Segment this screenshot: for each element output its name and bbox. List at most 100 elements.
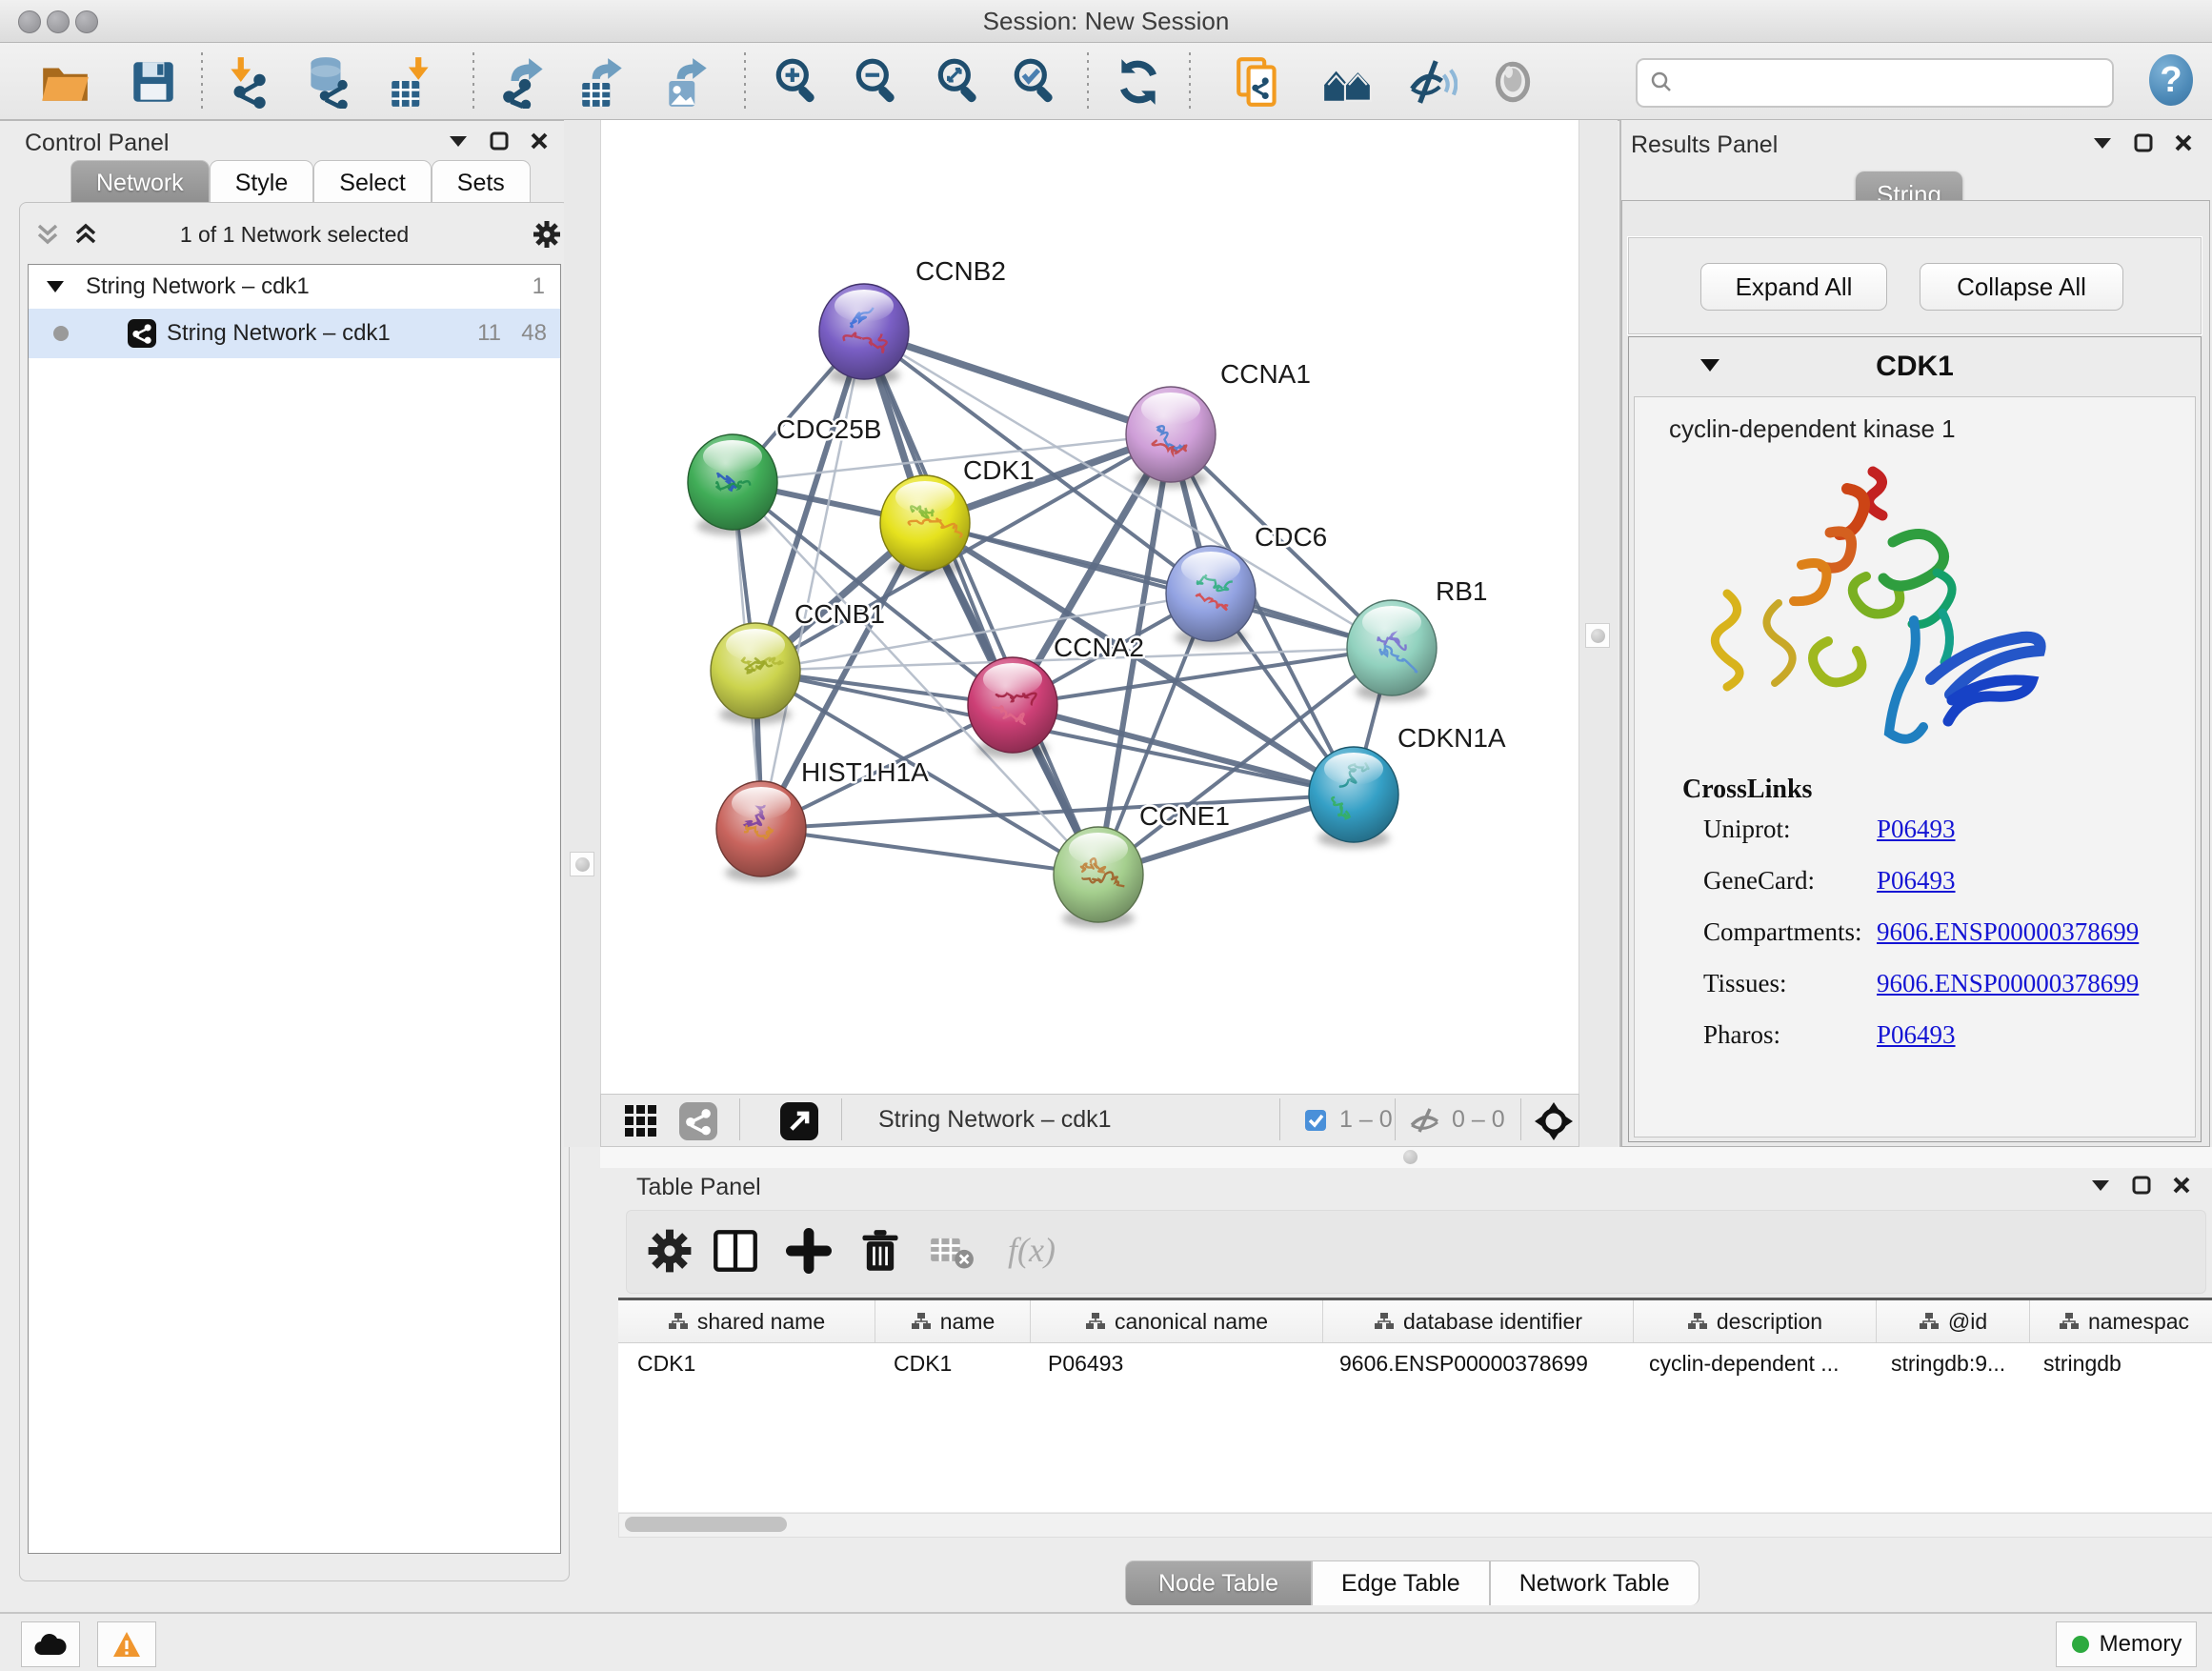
maximize-panel-icon[interactable] [2132,1176,2151,1195]
export-image-icon[interactable] [661,55,714,109]
float-panel-icon[interactable] [2092,136,2113,150]
close-panel-icon[interactable] [2174,133,2193,152]
collapse-triangle-icon[interactable] [46,280,65,293]
string-import-icon[interactable] [1233,55,1286,109]
float-panel-icon[interactable] [2090,1178,2111,1192]
column-header-description[interactable]: description [1634,1300,1877,1342]
zoom-selected-icon[interactable] [1009,55,1062,109]
fit-content-icon[interactable] [1534,1101,1574,1141]
network-edge[interactable] [864,332,1098,875]
node-label: CCNA1 [1220,359,1311,389]
save-session-icon[interactable] [127,55,180,109]
horizontal-scrollbar[interactable] [618,1513,2212,1538]
network-node-cdc25b[interactable]: CDC25B [688,414,881,535]
open-session-icon[interactable] [38,55,91,109]
network-view-canvas[interactable]: CCNB2 CCNA1 CDC25BCDK1 CDC6RB1 CCNB1 CCNA2 CDK… [600,120,1579,1094]
network-node-ccnb1[interactable]: CCNB1 [711,599,885,724]
gear-icon[interactable] [533,220,561,249]
maximize-panel-icon[interactable] [490,131,509,151]
crosslink-link[interactable]: P06493 [1877,815,1956,843]
close-panel-icon[interactable] [2172,1176,2191,1195]
search-input[interactable] [1683,64,2097,100]
tab-edge-table[interactable]: Edge Table [1312,1560,1490,1605]
crosslink-link[interactable]: 9606.ENSP00000378699 [1877,917,2139,946]
preview-icon[interactable] [1486,55,1539,109]
zoom-fit-icon[interactable] [933,55,986,109]
network-row-selected[interactable]: String Network – cdk1 11 48 [29,309,560,358]
table-cell[interactable]: 9606.ENSP00000378699 [1320,1342,1630,1384]
table-cell[interactable]: cyclin-dependent ... [1630,1342,1872,1384]
column-header-shared-name[interactable]: shared name [618,1300,875,1342]
network-node-ccne1[interactable]: CCNE1 [1054,801,1230,928]
crosslink-link[interactable]: 9606.ENSP00000378699 [1877,969,2139,997]
splitter-handle[interactable] [1398,1145,1421,1168]
add-column-icon[interactable] [786,1228,832,1274]
tab-node-table[interactable]: Node Table [1125,1560,1312,1605]
splitter-handle[interactable] [1585,623,1610,648]
table-cell[interactable]: stringdb [2024,1342,2212,1384]
network-node-cdc6[interactable]: CDC6 [1166,522,1327,647]
tab-select[interactable]: Select [313,160,431,205]
network-edge[interactable] [761,332,864,829]
left-splitter[interactable] [564,120,600,1147]
cloud-status-button[interactable] [21,1621,80,1667]
network-edge[interactable] [864,332,1171,434]
table-cell[interactable]: CDK1 [618,1342,875,1384]
table-cell[interactable]: P06493 [1029,1342,1320,1384]
refresh-icon[interactable] [1112,55,1165,109]
show-columns-icon[interactable] [713,1228,758,1274]
network-edge[interactable] [761,829,1098,875]
home-icon[interactable] [1320,55,1374,109]
splitter-handle[interactable] [570,852,594,876]
maximize-panel-icon[interactable] [2134,133,2153,152]
crosslink-link[interactable]: P06493 [1877,1020,1956,1049]
help-button[interactable]: ? [2149,54,2193,106]
network-node-cdk1[interactable]: CDK1 [880,455,1035,576]
network-node-ccna1[interactable]: CCNA1 [1126,359,1311,488]
tab-network[interactable]: Network [70,160,210,205]
scrollbar-thumb[interactable] [625,1517,787,1532]
zoom-in-icon[interactable] [771,55,824,109]
network-node-ccnb2[interactable]: CCNB2 [819,256,1006,385]
crosslink-link[interactable]: P06493 [1877,866,1956,895]
string-view-icon[interactable] [679,1102,717,1140]
table-cell[interactable]: stringdb:9... [1872,1342,2024,1384]
float-panel-icon[interactable] [448,134,469,148]
tab-sets[interactable]: Sets [432,160,531,205]
network-node-ccna2[interactable]: CCNA2 [968,633,1144,758]
zoom-out-icon[interactable] [851,55,904,109]
search-field[interactable] [1636,58,2114,108]
import-database-icon[interactable] [301,55,354,109]
network-node-cdkn1a[interactable]: CDKN1A [1309,723,1506,848]
warning-status-button[interactable] [97,1621,156,1667]
network-collection-row[interactable]: String Network – cdk1 1 [29,265,560,309]
column-header--id[interactable]: @id [1877,1300,2030,1342]
export-table-icon[interactable] [576,55,630,109]
delete-column-icon[interactable] [857,1228,903,1274]
bottom-splitter[interactable] [600,1147,2212,1168]
tab-style[interactable]: Style [210,160,314,205]
column-header-canonical-name[interactable]: canonical name [1031,1300,1323,1342]
column-header-database-identifier[interactable]: database identifier [1323,1300,1634,1342]
collapse-all-button[interactable]: Collapse All [1920,263,2123,311]
close-panel-icon[interactable] [530,131,549,151]
table-row[interactable]: CDK1CDK1P064939606.ENSP00000378699cyclin… [618,1342,2212,1384]
column-header-namespac[interactable]: namespac [2030,1300,2212,1342]
grid-mode-icon[interactable] [625,1105,657,1137]
import-network-icon[interactable] [220,55,273,109]
export-network-icon[interactable] [499,55,553,109]
selected-checkbox[interactable] [1305,1110,1326,1131]
memory-button[interactable]: Memory [2056,1621,2197,1667]
column-header-name[interactable]: name [875,1300,1031,1342]
import-table-icon[interactable] [386,55,439,109]
right-splitter[interactable] [1578,120,1618,1147]
network-node-rb1[interactable]: RB1 [1347,576,1487,701]
table-settings-gear-icon[interactable] [647,1228,693,1274]
hide-labels-icon[interactable] [1404,55,1458,109]
table-header-row[interactable]: shared namenamecanonical namedatabase id… [618,1300,2212,1343]
table-cell[interactable]: CDK1 [875,1342,1029,1384]
expand-all-button[interactable]: Expand All [1700,263,1887,311]
cdk1-section-header[interactable]: CDK1 [1629,337,2201,396]
birds-eye-view-icon[interactable] [780,1102,818,1140]
tab-network-table[interactable]: Network Table [1490,1560,1699,1605]
